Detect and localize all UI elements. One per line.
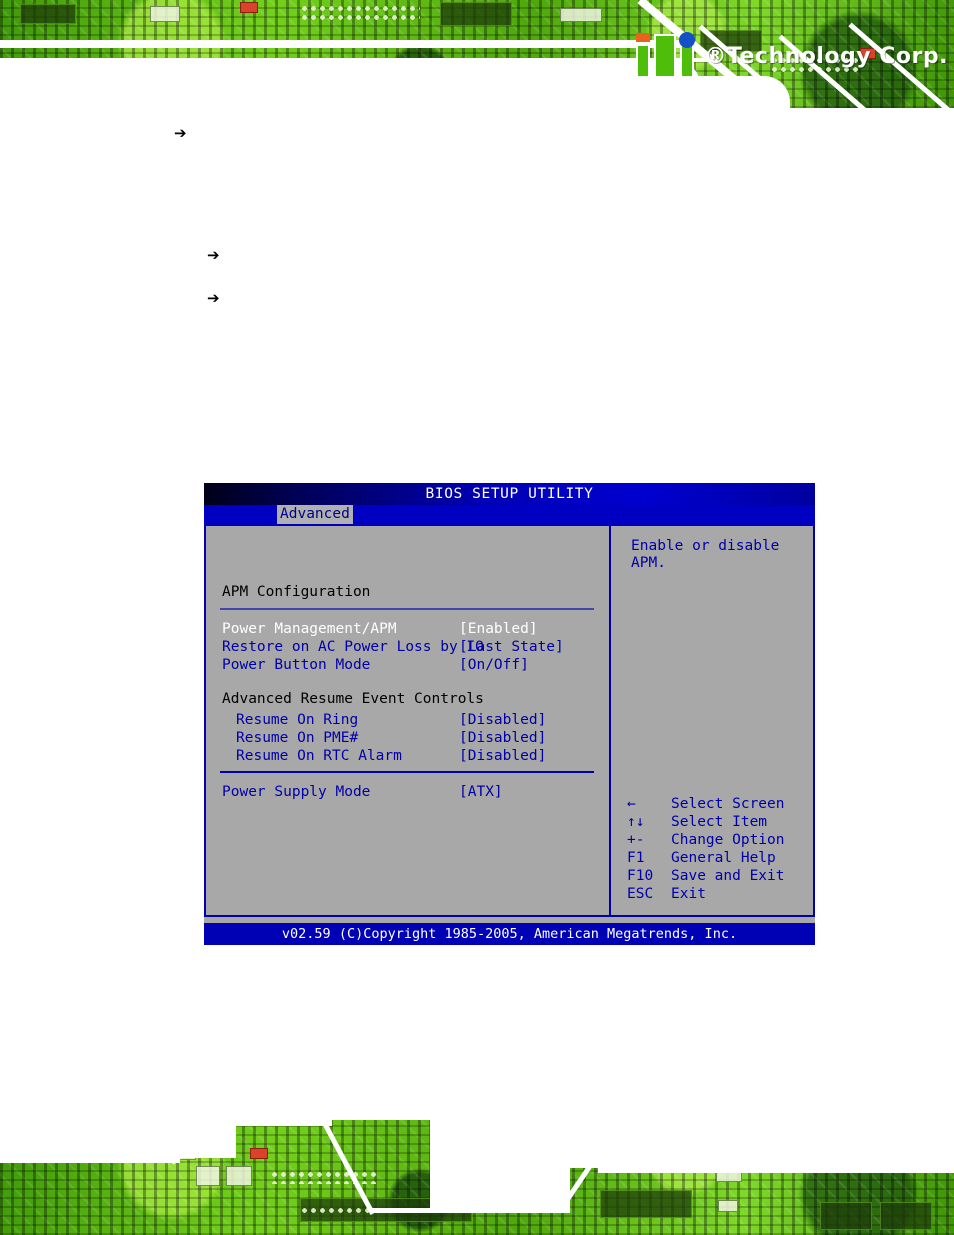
option-label: Power Management/APM [222,621,397,637]
section-title: APM Configuration [222,584,371,600]
group-divider [220,771,594,773]
bios-tab-bar: Advanced [204,505,815,525]
legend-label: General Help [671,850,776,866]
pcb-chip [20,4,76,24]
pcb-chip [440,2,512,26]
arrow-up-down-icon: ↑↓ [627,814,645,830]
legend-label: Save and Exit [671,868,785,884]
legend-label: Select Screen [671,796,785,812]
pcb-chip [226,1166,252,1186]
bios-help-panel: Enable or disable APM. ← Select Screen ↑… [613,526,813,915]
iei-logo: ®Technology Corp. [634,28,948,84]
help-line-1: Enable or disable [631,538,780,554]
legend-label: Exit [671,886,706,902]
bios-copyright-bar: v02.59 (C)Copyright 1985-2005, American … [204,923,815,945]
option-label: Resume On Ring [236,712,359,728]
option-value: [ATX] [459,784,503,800]
pcb-chip [240,2,258,13]
f10-key: F10 [627,868,654,884]
esc-key: ESC [627,886,654,902]
option-label: Power Supply Mode [222,784,371,800]
bios-body: APM Configuration Power Management/APM [… [204,525,815,917]
legend-label: Change Option [671,832,785,848]
top-decoration-band: ®Technology Corp. [0,0,954,108]
pcb-pad-row [270,1170,380,1184]
pcb-chip [820,1202,872,1230]
arrow-right-icon: ➔ [207,246,220,264]
bottom-decoration-band [0,1120,954,1235]
pcb-pad-row [300,4,420,22]
swoosh-ribbon [0,1158,180,1163]
f1-key: F1 [627,850,645,866]
section-divider [220,608,594,610]
logo-orange-accent [636,33,651,42]
pcb-chip [560,8,602,22]
group-title-resume-events: Advanced Resume Event Controls [222,691,484,707]
option-label: Restore on AC Power Loss by IO [222,639,484,655]
pcb-chip [196,1166,220,1186]
help-text: Enable or disable APM. [631,538,801,572]
option-value: [On/Off] [459,657,529,673]
logo-letter-i-right [680,44,695,78]
page-white-fill [0,1120,236,1158]
option-label: Power Button Mode [222,657,371,673]
pcb-chip [718,1200,738,1212]
arrow-right-icon: ➔ [174,124,187,142]
swoosh-ribbon [0,58,708,62]
logo-letter-i-left [636,44,651,78]
bios-settings-panel: APM Configuration Power Management/APM [… [206,526,611,915]
pcb-chip [880,1202,932,1230]
option-value: [Last State] [459,639,564,655]
legend-label: Select Item [671,814,768,830]
help-line-2: APM. [631,555,666,571]
page-white-fill [430,1120,954,1168]
iei-logo-mark [634,32,700,80]
option-value: [Disabled] [459,748,547,764]
arrow-right-icon: ➔ [207,289,220,307]
logo-letter-e [654,34,677,78]
bios-title: BIOS SETUP UTILITY [425,486,594,502]
pcb-chip [150,6,180,22]
logo-wordmark: ®Technology Corp. [704,43,948,69]
tab-advanced[interactable]: Advanced [277,505,353,524]
option-value: [Disabled] [459,712,547,728]
option-value: [Enabled] [459,621,538,637]
arrow-left-icon: ← [627,796,636,812]
swoosh-ribbon [598,1168,954,1173]
pcb-chip [250,1148,268,1159]
swoosh-ribbon [0,40,690,48]
option-label: Resume On PME# [236,730,359,746]
pcb-chip [600,1190,692,1218]
option-value: [Disabled] [459,730,547,746]
option-label: Resume On RTC Alarm [236,748,402,764]
plus-minus-icon: +- [627,832,645,848]
bios-title-bar: BIOS SETUP UTILITY [204,483,815,505]
bios-setup-window: BIOS SETUP UTILITY Advanced APM Configur… [204,483,815,945]
page-white-fill [430,1166,570,1210]
page-white-fill [222,1120,332,1126]
